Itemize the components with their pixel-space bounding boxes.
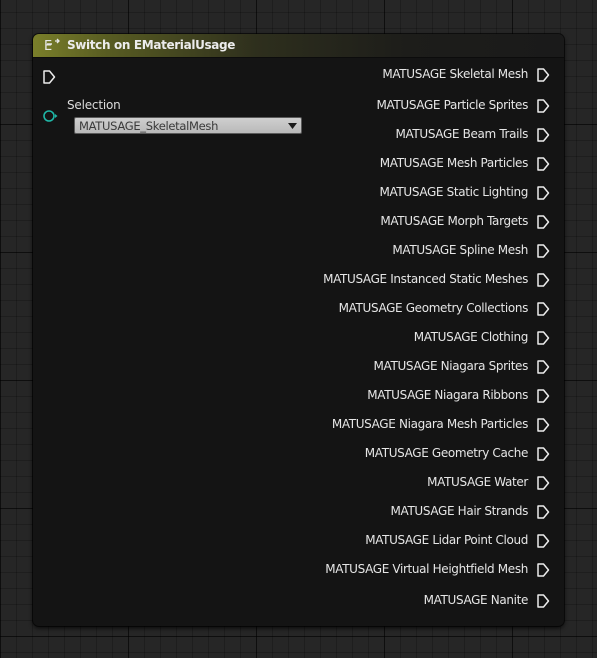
- output-pin-label: MATUSAGE Water: [427, 475, 528, 489]
- output-pin-label: MATUSAGE Geometry Cache: [364, 446, 529, 460]
- output-pin-label: MATUSAGE Static Lighting: [379, 185, 528, 199]
- exec-output-pin-icon[interactable]: [536, 243, 550, 259]
- exec-output-pin-icon[interactable]: [536, 67, 550, 83]
- exec-output-pin-icon[interactable]: [536, 417, 550, 433]
- output-pin-row[interactable]: MATUSAGE Geometry Collections: [64, 299, 564, 319]
- output-pin-label: MATUSAGE Instanced Static Meshes: [323, 272, 528, 286]
- exec-output-pin-icon[interactable]: [536, 593, 550, 609]
- node-header[interactable]: E Switch on EMaterialUsage: [33, 34, 564, 58]
- output-pin-label: MATUSAGE Skeletal Mesh: [382, 67, 528, 81]
- exec-output-pin-icon[interactable]: [536, 504, 550, 520]
- output-pin-label: MATUSAGE Niagara Mesh Particles: [331, 417, 529, 431]
- output-pin-label: MATUSAGE Nanite: [423, 593, 529, 607]
- output-pin-label: MATUSAGE Mesh Particles: [379, 156, 529, 170]
- selection-input-pin-icon[interactable]: [42, 108, 58, 124]
- output-pin-row[interactable]: MATUSAGE Water: [64, 473, 564, 493]
- output-pin-label: MATUSAGE Niagara Sprites: [373, 359, 529, 373]
- output-pin-row[interactable]: MATUSAGE Niagara Mesh Particles: [64, 415, 564, 435]
- output-pin-row[interactable]: MATUSAGE Niagara Sprites: [64, 357, 564, 377]
- output-pin-row[interactable]: MATUSAGE Geometry Cache: [64, 444, 564, 464]
- blueprint-graph-canvas[interactable]: E Switch on EMaterialUsage Selection MAT…: [0, 0, 597, 658]
- switch-enum-icon: E: [44, 38, 60, 53]
- output-pin-label: MATUSAGE Niagara Ribbons: [367, 388, 528, 402]
- output-pin-label: MATUSAGE Spline Mesh: [392, 243, 528, 257]
- exec-output-pin-icon[interactable]: [536, 214, 550, 230]
- output-pin-label: MATUSAGE Beam Trails: [395, 127, 528, 141]
- output-pin-label: MATUSAGE Morph Targets: [380, 214, 528, 228]
- output-pin-label: MATUSAGE Particle Sprites: [376, 98, 528, 112]
- exec-output-pin-icon[interactable]: [536, 98, 550, 114]
- output-pin-row[interactable]: MATUSAGE Static Lighting: [64, 183, 564, 203]
- output-pin-label: MATUSAGE Virtual Heightfield Mesh: [325, 562, 528, 576]
- output-pin-row[interactable]: MATUSAGE Beam Trails: [64, 125, 564, 145]
- output-pin-row[interactable]: MATUSAGE Mesh Particles: [64, 154, 564, 174]
- output-pin-row[interactable]: MATUSAGE Clothing: [64, 328, 564, 348]
- exec-output-pin-icon[interactable]: [536, 562, 550, 578]
- output-pin-row[interactable]: MATUSAGE Instanced Static Meshes: [64, 270, 564, 290]
- output-pin-row[interactable]: MATUSAGE Particle Sprites: [64, 96, 564, 116]
- exec-output-pin-icon[interactable]: [536, 475, 550, 491]
- output-pin-row[interactable]: MATUSAGE Morph Targets: [64, 212, 564, 232]
- exec-output-pin-icon[interactable]: [536, 388, 550, 404]
- output-pin-row[interactable]: MATUSAGE Skeletal Mesh: [64, 65, 564, 85]
- exec-output-pin-icon[interactable]: [536, 156, 550, 172]
- output-pin-label: MATUSAGE Hair Strands: [390, 504, 529, 518]
- switch-node[interactable]: E Switch on EMaterialUsage Selection MAT…: [33, 34, 564, 626]
- output-pin-row[interactable]: MATUSAGE Virtual Heightfield Mesh: [64, 560, 564, 580]
- exec-output-pin-icon[interactable]: [536, 330, 550, 346]
- exec-output-pin-icon[interactable]: [536, 127, 550, 143]
- output-pin-row[interactable]: MATUSAGE Nanite: [64, 591, 564, 611]
- output-pin-label: MATUSAGE Geometry Collections: [338, 301, 529, 315]
- exec-output-pin-icon[interactable]: [536, 301, 550, 317]
- node-title: Switch on EMaterialUsage: [67, 38, 236, 52]
- exec-output-pin-icon[interactable]: [536, 359, 550, 375]
- exec-output-pin-icon[interactable]: [536, 533, 550, 549]
- exec-output-pin-icon[interactable]: [536, 185, 550, 201]
- output-pin-row[interactable]: MATUSAGE Niagara Ribbons: [64, 386, 564, 406]
- output-pin-label: MATUSAGE Clothing: [413, 330, 529, 344]
- output-pin-row[interactable]: MATUSAGE Hair Strands: [64, 502, 564, 522]
- exec-output-pin-icon[interactable]: [536, 446, 550, 462]
- output-pin-label: MATUSAGE Lidar Point Cloud: [365, 533, 528, 547]
- output-pin-row[interactable]: MATUSAGE Spline Mesh: [64, 241, 564, 261]
- output-pin-row[interactable]: MATUSAGE Lidar Point Cloud: [64, 531, 564, 551]
- exec-output-pin-icon[interactable]: [536, 272, 550, 288]
- svg-text:E: E: [44, 39, 52, 53]
- exec-input-pin-icon[interactable]: [42, 69, 56, 85]
